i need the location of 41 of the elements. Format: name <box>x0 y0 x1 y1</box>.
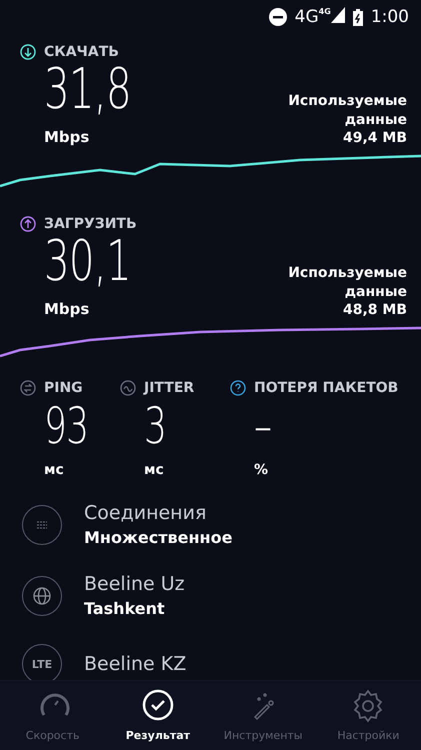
detail-title: Beeline Uz <box>84 573 185 595</box>
network-type: 4G <box>294 7 319 27</box>
upload-icon <box>20 216 36 232</box>
wave-icon <box>120 380 136 396</box>
metric-unit: мс <box>43 462 65 478</box>
used-data-label: Используемые данные <box>287 264 407 302</box>
speed-label: ЗАГРУЗИТЬ <box>44 216 137 232</box>
detail-title: Соединения <box>84 502 208 524</box>
speed-value: 30,1 <box>44 232 131 292</box>
metric-label: JITTER <box>144 380 194 396</box>
download-icon <box>20 44 36 60</box>
used-data-value: 49,4 MB <box>342 130 407 146</box>
detail-subtitle: Множественное <box>84 528 232 547</box>
metric-unit: мс <box>143 462 165 478</box>
metric-unit: % <box>253 462 270 478</box>
metric-value: – <box>254 396 272 456</box>
metric-value: 93 <box>44 396 88 456</box>
signal-icon <box>330 7 345 23</box>
detail-title: Beeline KZ <box>84 653 186 675</box>
metric-label: ПОТЕРЯ ПАКЕТОВ <box>254 380 398 396</box>
speed-unit: Mbps <box>44 128 90 146</box>
detail-subtitle: Tashkent <box>84 599 166 618</box>
nav-tab[interactable]: Настройки <box>316 681 421 750</box>
network-type-small: 4G <box>318 7 331 16</box>
do-not-disturb-icon <box>268 8 287 26</box>
nav-tab[interactable]: Инструменты <box>210 681 316 750</box>
used-data-label: Используемые данные <box>287 92 407 130</box>
battery-icon <box>352 8 363 26</box>
connections-icon <box>22 504 62 544</box>
swap-arrows-icon <box>20 380 36 396</box>
metric-value: 3 <box>144 396 166 456</box>
nav-tab[interactable]: Скорость <box>0 681 106 750</box>
nav-tab[interactable]: Результат <box>105 681 210 750</box>
globe-icon <box>22 576 62 616</box>
help-icon <box>230 380 246 396</box>
speed-unit: Mbps <box>44 300 90 318</box>
speed-value: 31,8 <box>44 60 131 120</box>
metric-label: PING <box>44 380 83 396</box>
used-data-value: 48,8 MB <box>342 302 407 318</box>
speed-label: СКАЧАТЬ <box>44 44 119 60</box>
clock-time: 1:00 <box>370 7 409 27</box>
